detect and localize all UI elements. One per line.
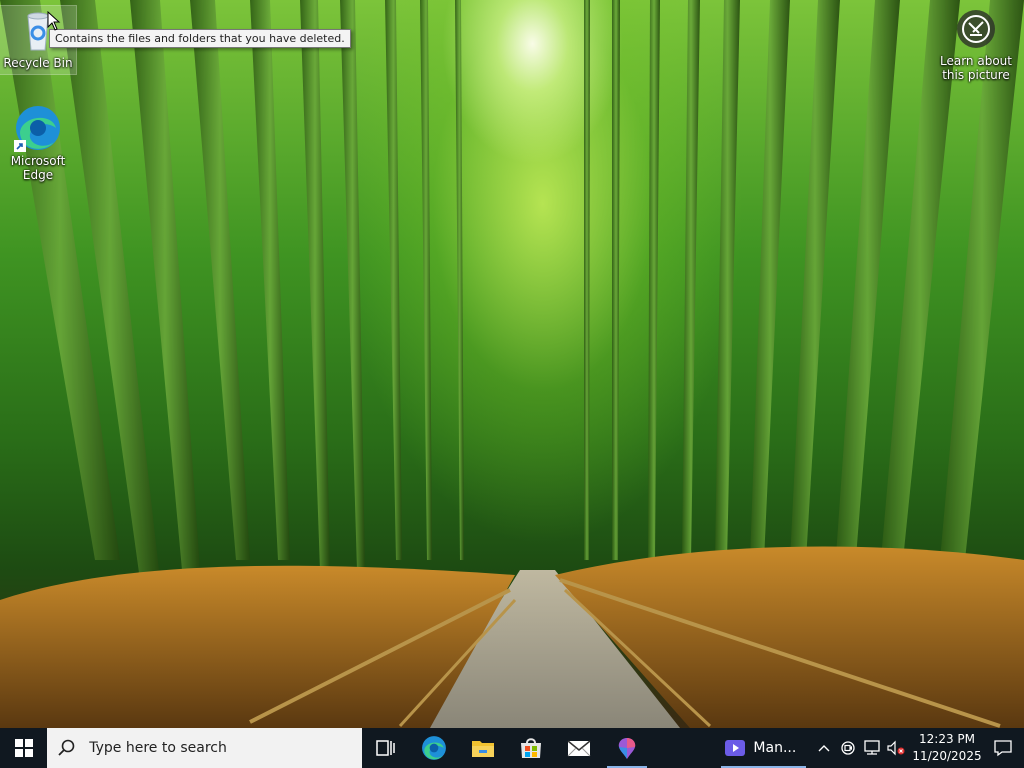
store-icon	[520, 738, 541, 758]
mail-icon	[567, 740, 591, 757]
edge-icon	[422, 736, 447, 760]
task-view-button[interactable]	[362, 728, 410, 768]
search-icon	[47, 739, 87, 757]
windows-logo-icon	[14, 739, 33, 757]
desktop-icon-edge[interactable]: Microsoft Edge	[0, 104, 76, 182]
notification-icon	[994, 740, 1012, 757]
desktop-icon-label: Microsoft Edge	[10, 154, 66, 182]
taskbar-edge-button[interactable]	[410, 728, 458, 768]
clock-date: 11/20/2025	[912, 749, 982, 763]
taskbar-mail-button[interactable]	[555, 728, 603, 768]
system-tray: 12:23 PM 11/20/2025	[812, 728, 1024, 768]
network-icon[interactable]	[860, 728, 884, 768]
taskbar-file-explorer-button[interactable]	[459, 728, 507, 768]
folder-icon	[471, 741, 494, 757]
bamboo-illustration	[0, 0, 1024, 728]
desktop-icon-label: Recycle Bin	[3, 56, 73, 70]
volume-muted-icon[interactable]	[884, 728, 908, 768]
desktop-wallpaper	[0, 0, 1024, 728]
start-button[interactable]	[0, 728, 47, 768]
clock[interactable]: 12:23 PM 11/20/2025	[912, 731, 982, 765]
camera-icon	[957, 10, 995, 48]
search-input[interactable]	[87, 739, 352, 757]
tooltip: Contains the files and folders that you …	[49, 29, 351, 48]
taskbar-store-button[interactable]	[507, 728, 555, 768]
taskbar: Man... 12:23 PM 11/20/2025	[0, 728, 1024, 768]
learn-about-picture[interactable]: Learn about this picture	[936, 8, 1016, 82]
clock-time: 12:23 PM	[919, 732, 976, 746]
chevron-up-icon[interactable]	[812, 728, 836, 768]
paint-icon	[619, 738, 636, 759]
taskbar-running-task[interactable]: Man...	[715, 728, 812, 768]
mouse-cursor-icon	[47, 11, 61, 31]
meet-now-icon[interactable]	[836, 728, 860, 768]
task-view-icon	[376, 740, 395, 756]
search-box[interactable]	[47, 728, 363, 768]
video-icon	[725, 740, 746, 756]
shortcut-arrow-icon	[14, 140, 26, 152]
notification-center-button[interactable]	[982, 728, 1024, 768]
learn-about-picture-label: Learn about this picture	[940, 54, 1012, 82]
running-task-label: Man...	[753, 740, 797, 756]
edge-icon	[14, 104, 62, 152]
taskbar-paint3d-button[interactable]	[603, 728, 651, 768]
